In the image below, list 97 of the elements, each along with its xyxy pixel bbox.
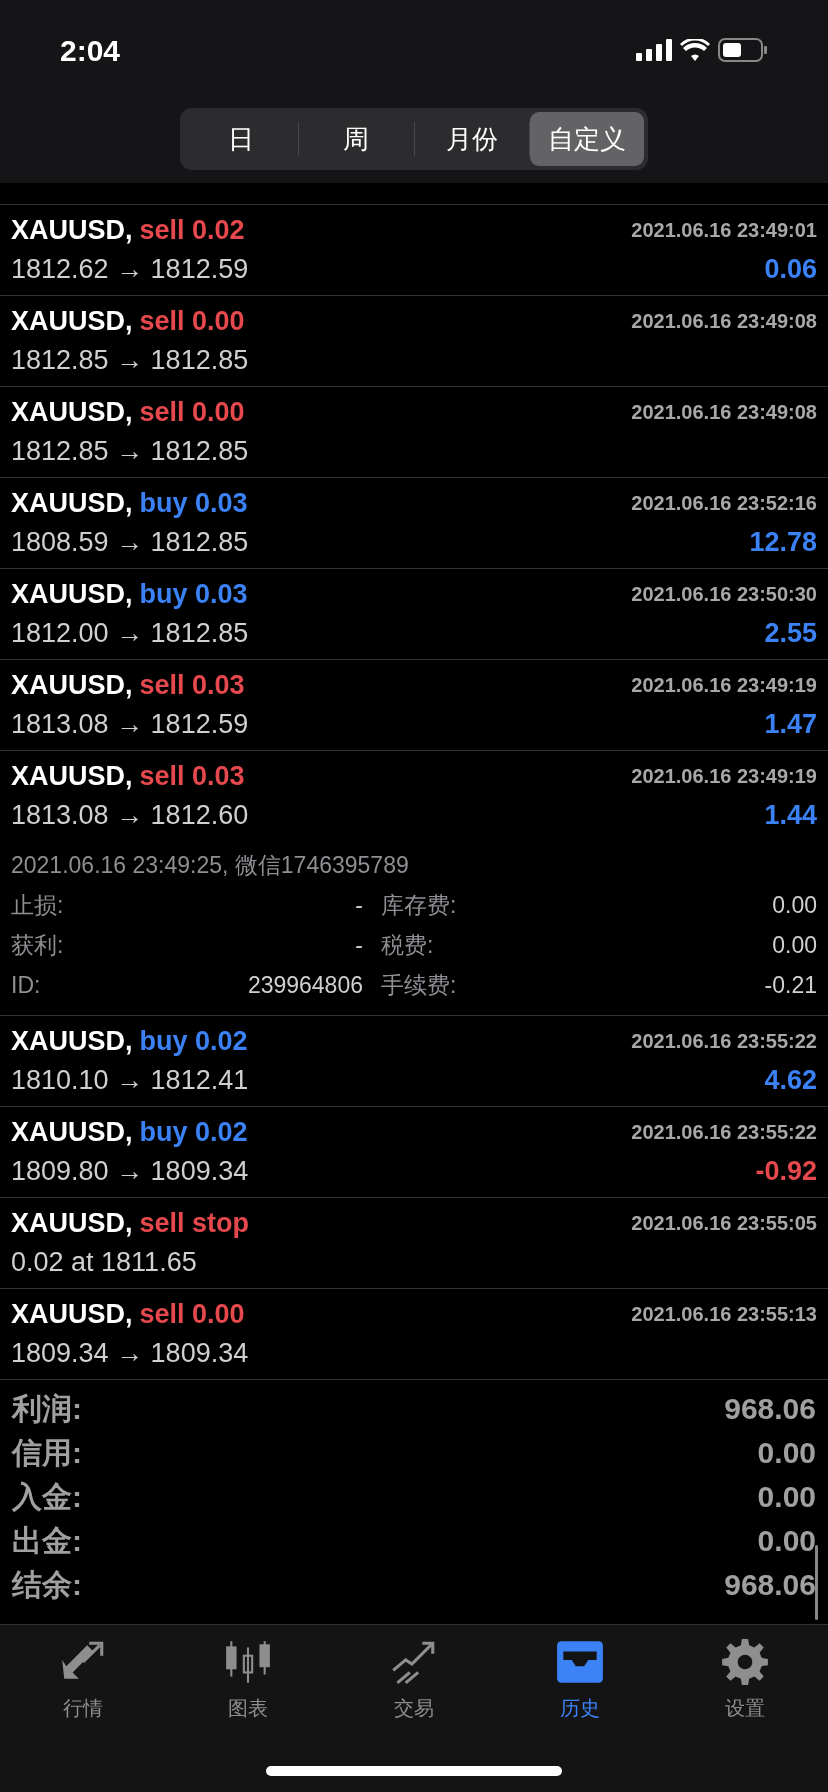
signal-icon xyxy=(636,39,672,61)
deal-row[interactable]: XAUUSD, sell stop 2021.06.16 23:55:05 0.02 at 1811.65 xyxy=(0,1198,828,1289)
field-value: -0.21 xyxy=(764,970,817,1000)
deal-time: 2021.06.16 23:55:22 xyxy=(631,1120,817,1145)
symbol-label: XAUUSD, xyxy=(11,1024,133,1058)
deal-time: 2021.06.16 23:49:08 xyxy=(631,400,817,425)
deal-time: 2021.06.16 23:55:05 xyxy=(631,1211,817,1236)
summary-label: 结余: xyxy=(12,1566,82,1603)
price-text: 1812.85 → 1812.85 xyxy=(11,434,249,468)
deal-row[interactable]: XAUUSD, buy 0.03 2021.06.16 23:52:16 1808.59 → 1812.85 12.78 xyxy=(0,478,828,569)
symbol-label: XAUUSD, xyxy=(11,1206,133,1240)
order-type: buy 0.03 xyxy=(139,577,248,611)
order-type: sell 0.00 xyxy=(139,304,245,338)
deal-time: 2021.06.16 23:49:01 xyxy=(631,218,817,243)
deal-row[interactable]: XAUUSD, sell 0.00 2021.06.16 23:55:13 1809.34 → 1809.34 xyxy=(0,1289,828,1380)
tab-bar-item[interactable]: 图表 xyxy=(165,1637,332,1723)
symbol-label: XAUUSD, xyxy=(11,1115,133,1149)
profit-value: 1.44 xyxy=(764,798,817,832)
field-label: 手续费: xyxy=(381,970,457,1000)
order-type: sell 0.03 xyxy=(139,668,245,702)
deal-time: 2021.06.16 23:49:08 xyxy=(631,309,817,334)
field-value: 239964806 xyxy=(247,970,363,1000)
profit-value: -0.92 xyxy=(755,1154,817,1188)
order-type: sell 0.02 xyxy=(139,213,245,247)
field-label: 库存费: xyxy=(381,890,457,920)
deal-time: 2021.06.16 23:55:13 xyxy=(631,1302,817,1327)
symbol-label: XAUUSD, xyxy=(11,577,133,611)
profit-value: 0.06 xyxy=(764,252,817,286)
price-text: 1809.80 → 1809.34 xyxy=(11,1154,249,1188)
deal-row[interactable]: XAUUSD, sell 0.02 2021.06.16 23:49:01 1812.62 → 1812.59 0.06 xyxy=(0,205,828,296)
summary-value: 968.06 xyxy=(724,1566,816,1603)
order-type: buy 0.02 xyxy=(139,1024,248,1058)
deal-time: 2021.06.16 23:55:22 xyxy=(631,1029,817,1054)
wifi-icon xyxy=(680,39,710,61)
order-type: sell 0.00 xyxy=(139,1297,245,1331)
order-type: buy 0.02 xyxy=(139,1115,248,1149)
tab-bar-item[interactable]: 行情 xyxy=(0,1637,166,1723)
tab-bar-item[interactable]: 历史 xyxy=(496,1637,663,1723)
summary-value: 0.00 xyxy=(757,1522,816,1559)
summary-label: 入金: xyxy=(12,1478,82,1515)
field-label: 税费: xyxy=(381,930,434,960)
summary-value: 0.00 xyxy=(757,1434,816,1471)
deal-row[interactable]: XAUUSD, sell 0.00 2021.06.16 23:49:08 1812.85 → 1812.85 xyxy=(0,296,828,387)
deal-row[interactable]: XAUUSD, buy 0.03 2021.06.16 23:50:30 1812.00 → 1812.85 2.55 xyxy=(0,569,828,660)
period-tab[interactable]: 日 xyxy=(184,112,299,166)
deal-time: 2021.06.16 23:49:19 xyxy=(631,673,817,698)
price-text: 1808.59 → 1812.85 xyxy=(11,525,249,559)
symbol-label: XAUUSD, xyxy=(11,213,133,247)
price-text: 1812.62 → 1812.59 xyxy=(11,252,249,286)
summary-label: 利润: xyxy=(12,1390,82,1427)
price-text: 1812.85 → 1812.85 xyxy=(11,343,249,377)
status-time: 2:04 xyxy=(60,32,121,69)
order-type: sell 0.00 xyxy=(139,395,245,429)
profit-value: 4.62 xyxy=(764,1063,817,1097)
price-text: 0.02 at 1811.65 xyxy=(11,1245,197,1279)
summary-value: 968.06 xyxy=(724,1390,816,1427)
symbol-label: XAUUSD, xyxy=(11,1297,133,1331)
price-text: 1810.10 → 1812.41 xyxy=(11,1063,249,1097)
settings-icon xyxy=(720,1637,771,1687)
field-value: 0.00 xyxy=(772,890,817,920)
summary-label: 信用: xyxy=(12,1434,82,1471)
symbol-label: XAUUSD, xyxy=(11,486,133,520)
period-tab[interactable]: 周 xyxy=(299,112,414,166)
symbol-label: XAUUSD, xyxy=(11,395,133,429)
summary-label: 出金: xyxy=(12,1522,82,1559)
field-label: ID: xyxy=(11,970,41,1000)
order-type: sell 0.03 xyxy=(139,759,245,793)
battery-icon xyxy=(718,38,768,62)
deal-time: 2021.06.16 23:52:16 xyxy=(631,491,817,516)
profit-value: 1.47 xyxy=(764,707,817,741)
price-text: 1813.08 → 1812.60 xyxy=(11,798,249,832)
profit-value: 12.78 xyxy=(749,525,817,559)
price-text: 1809.34 → 1809.34 xyxy=(11,1336,249,1370)
order-type: buy 0.03 xyxy=(139,486,248,520)
symbol-label: XAUUSD, xyxy=(11,759,133,793)
period-tab[interactable]: 自定义 xyxy=(529,112,644,166)
symbol-label: XAUUSD, xyxy=(11,304,133,338)
order-type: sell stop xyxy=(139,1206,250,1240)
field-label: 获利: xyxy=(11,930,64,960)
deal-row[interactable]: XAUUSD, buy 0.02 2021.06.16 23:55:22 1810.10 → 1812.41 4.62 xyxy=(0,1016,828,1107)
field-label: 止损: xyxy=(11,890,64,920)
field-value: - xyxy=(355,890,363,920)
tab-bar-item[interactable]: 设置 xyxy=(662,1637,828,1723)
deal-row[interactable]: XAUUSD, buy 0.02 2021.06.16 23:55:22 1809.80 → 1809.34 -0.92 xyxy=(0,1107,828,1198)
deal-time: 2021.06.16 23:49:19 xyxy=(631,764,817,789)
profit-value: 2.55 xyxy=(764,616,817,650)
summary-value: 0.00 xyxy=(757,1478,816,1515)
deal-time: 2021.06.16 23:50:30 xyxy=(631,582,817,607)
deal-comment: 2021.06.16 23:49:25, 微信1746395789 xyxy=(11,851,410,880)
period-tab[interactable]: 月份 xyxy=(414,112,529,166)
price-text: 1813.08 → 1812.59 xyxy=(11,707,249,741)
price-text: 1812.00 → 1812.85 xyxy=(11,616,249,650)
tab-bar-item[interactable]: 交易 xyxy=(331,1637,497,1723)
symbol-label: XAUUSD, xyxy=(11,668,133,702)
deal-row[interactable]: XAUUSD, sell 0.00 2021.06.16 23:49:08 1812.85 → 1812.85 xyxy=(0,387,828,478)
field-value: 0.00 xyxy=(772,930,817,960)
field-value: - xyxy=(355,930,363,960)
